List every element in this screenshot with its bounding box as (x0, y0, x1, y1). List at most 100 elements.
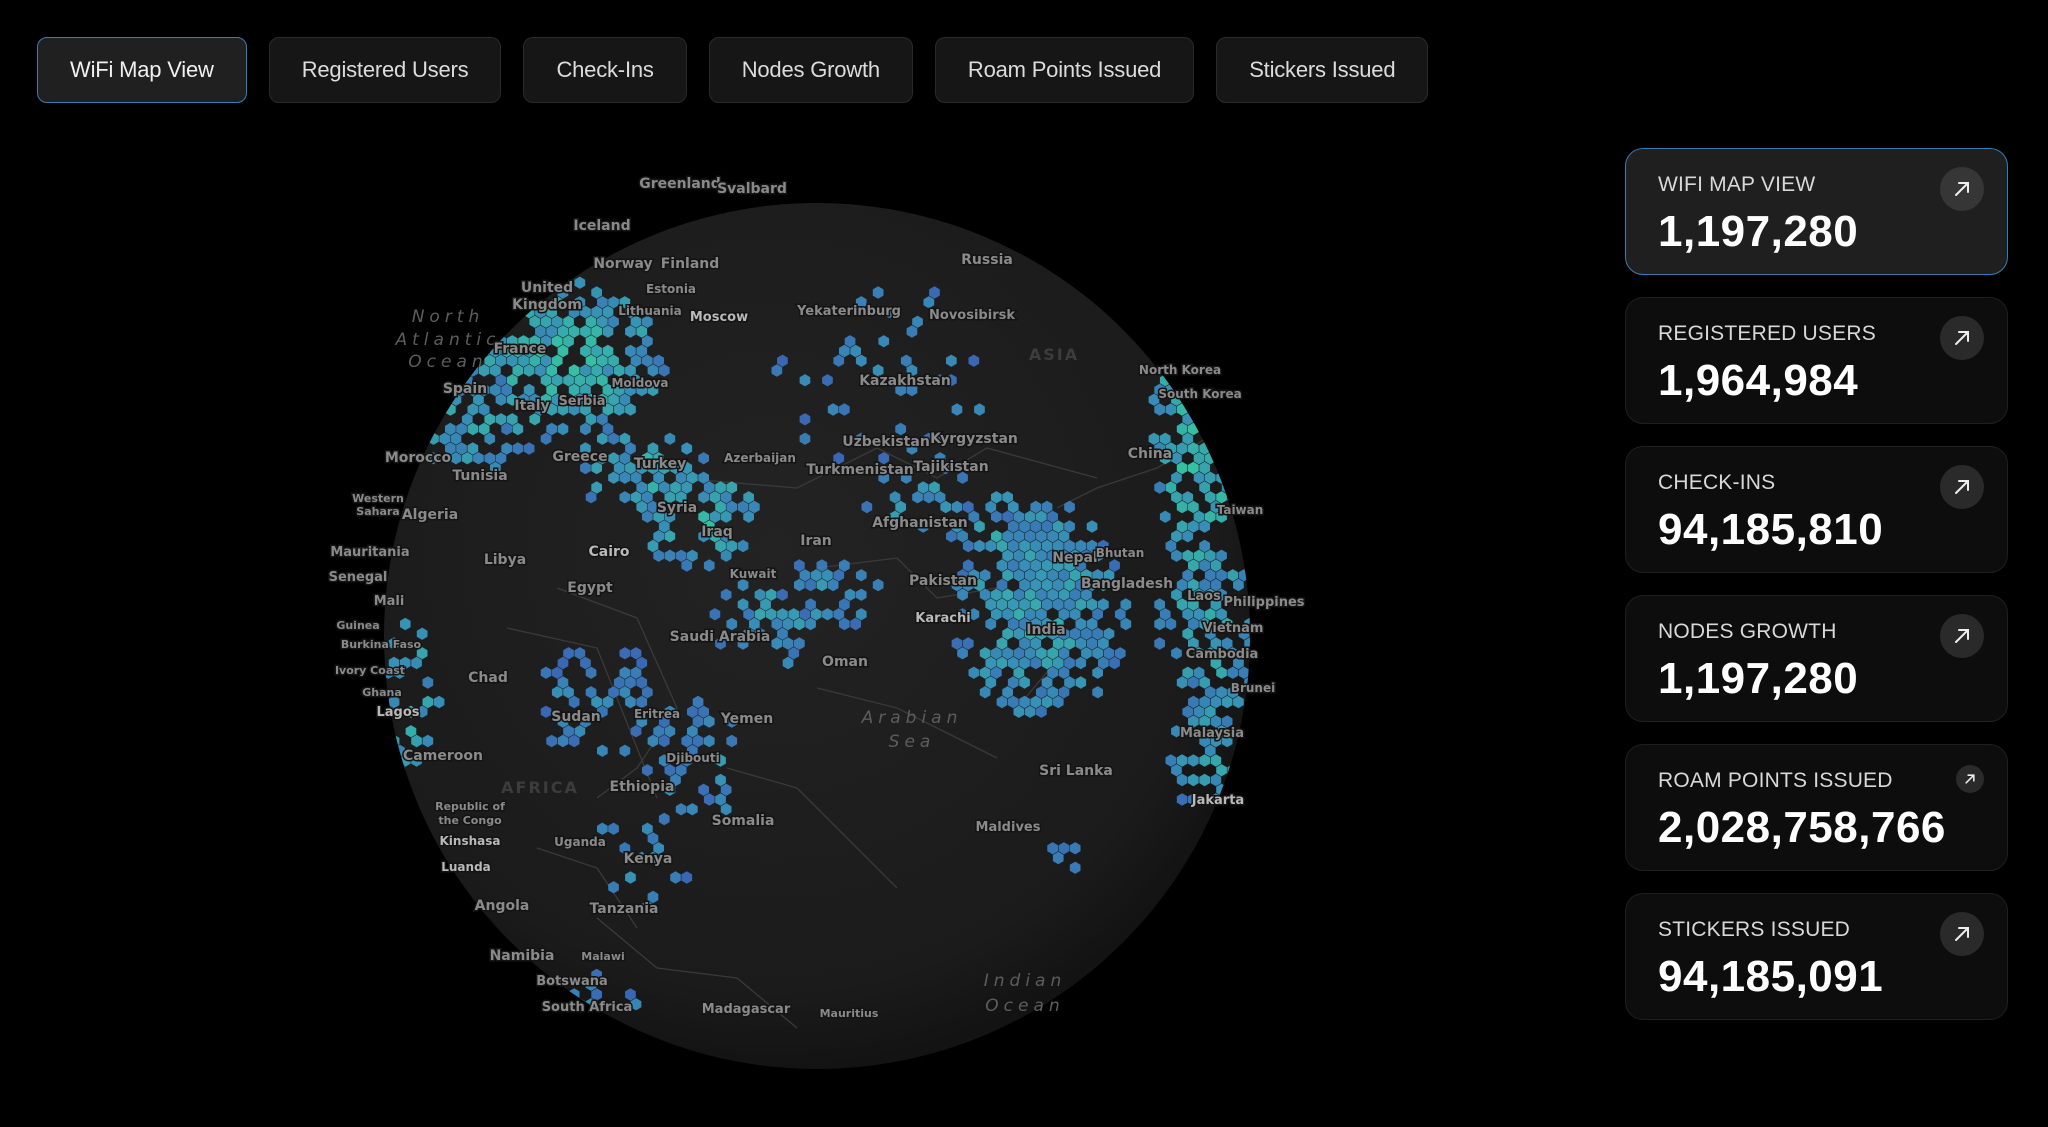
country-label-kyrgyzstan: Kyrgyzstan (930, 431, 1018, 447)
country-label-north-korea: North Korea (1139, 363, 1221, 377)
city-label-lagos: Lagos (376, 705, 419, 720)
stat-card-registered-users[interactable]: REGISTERED USERS 1,964,984 (1625, 297, 2008, 424)
city-label-cairo: Cairo (588, 544, 629, 560)
arrow-up-right-icon[interactable] (1940, 912, 1984, 956)
hexbin-cell (518, 998, 529, 1011)
country-label-iceland: Iceland (573, 218, 630, 234)
ocean-label-north-atlantic-ocean: Atlantic (395, 330, 501, 350)
country-label-yemen: Yemen (720, 711, 773, 727)
globe-canvas[interactable]: ASIAAFRICANorthAtlanticOceanArabianSeaIn… (37, 148, 1580, 1100)
country-label-guinea: Guinea (336, 619, 379, 632)
stat-card-wifi-map-view[interactable]: WIFI MAP VIEW 1,197,280 (1625, 148, 2008, 275)
stat-value: 94,185,810 (1658, 505, 1884, 554)
country-label-western-sahara: Western (352, 492, 404, 505)
stat-card-roam-points-issued[interactable]: ROAM POINTS ISSUED 2,028,758,766 (1625, 744, 2008, 871)
hexbin-cell (1193, 296, 1205, 309)
country-label-azerbaijan: Azerbaijan (724, 451, 796, 465)
hexbin-cell (1204, 413, 1216, 426)
country-label-maldives: Maldives (976, 820, 1041, 835)
country-label-svalbard: Svalbard (717, 181, 787, 197)
tab-wifi-map-view[interactable]: WiFi Map View (37, 37, 247, 103)
hexbin-cell (1221, 461, 1233, 475)
arrow-up-right-icon[interactable] (1940, 465, 1984, 509)
hexbin-cell (1199, 305, 1210, 319)
hexbin-cell (1165, 344, 1177, 358)
stat-value: 1,197,280 (1658, 654, 1859, 703)
tab-roam-points-issued[interactable]: Roam Points Issued (934, 37, 1195, 103)
hexbin-cell (1199, 403, 1210, 416)
stat-card-nodes-growth[interactable]: NODES GROWTH 1,197,280 (1625, 595, 2008, 722)
hexbin-cell (1233, 422, 1244, 436)
hexbin-cell (400, 403, 411, 416)
country-label-bangladesh: Bangladesh (1081, 576, 1173, 592)
hexbin-cell (557, 988, 569, 1001)
country-label-turkmenistan: Turkmenistan (806, 462, 913, 478)
country-label-djibouti: Djibouti (666, 751, 719, 765)
city-label-moscow: Moscow (690, 310, 748, 325)
country-label-china: China (1128, 446, 1172, 462)
hexbin-cell (529, 998, 541, 1011)
hexbin-cell (1227, 354, 1239, 367)
hexbin-cell (1227, 491, 1239, 504)
city-label-luanda: Luanda (441, 860, 491, 874)
country-label-russia: Russia (961, 252, 1013, 268)
hexbin-cell (1227, 432, 1239, 445)
hexbin-cell (1216, 452, 1227, 465)
city-label-karachi: Karachi (915, 611, 970, 626)
country-label-iran: Iran (800, 533, 832, 549)
hexbin-cell (1199, 422, 1210, 436)
hexbin-cell (1227, 315, 1239, 328)
country-label-saudi-arabia: Saudi Arabia (670, 629, 771, 645)
country-label-morocco: Morocco (385, 450, 452, 466)
country-label-laos: Laos (1187, 589, 1221, 604)
arrow-up-right-icon[interactable] (1940, 614, 1984, 658)
country-label-greenland: Greenland (639, 176, 721, 192)
arrow-up-right-icon[interactable] (1940, 316, 1984, 360)
country-label-kenya: Kenya (624, 851, 673, 867)
country-label-estonia: Estonia (646, 282, 696, 296)
hexbin-cell (1204, 335, 1216, 348)
country-label-somalia: Somalia (712, 813, 775, 829)
hexbin-cell (1221, 403, 1233, 416)
country-label-malawi: Malawi (581, 950, 625, 963)
hexbin-cell (1221, 442, 1233, 455)
tab-stickers-issued[interactable]: Stickers Issued (1216, 37, 1429, 103)
country-label-syria: Syria (657, 500, 697, 516)
country-label-angola: Angola (475, 898, 530, 914)
stat-label: ROAM POINTS ISSUED (1658, 769, 1893, 792)
city-label-jakarta: Jakarta (1191, 793, 1244, 808)
country-label-ethiopia: Ethiopia (610, 779, 675, 795)
country-label-mauritania: Mauritania (330, 545, 409, 560)
hexbin-cell (1182, 335, 1194, 348)
country-label-uzbekistan: Uzbekistan (842, 434, 930, 450)
country-label-pakistan: Pakistan (909, 573, 977, 589)
tab-nodes-growth[interactable]: Nodes Growth (708, 37, 913, 103)
arrow-up-right-icon[interactable] (1956, 765, 1984, 793)
country-label-yekaterinburg: Yekaterinburg (796, 304, 901, 319)
stats-panel: WIFI MAP VIEW 1,197,280 REGISTERED USERS… (1625, 148, 2008, 1020)
hexbin-cell (1188, 403, 1199, 416)
country-label-nepal: Nepal (1052, 550, 1097, 566)
country-label-libya: Libya (484, 552, 526, 568)
tab-check-ins[interactable]: Check-Ins (523, 37, 687, 103)
hexbin-cell (495, 315, 507, 328)
hexbin-cell (1221, 422, 1233, 436)
country-label-botswana: Botswana (536, 974, 608, 989)
country-label-philippines: Philippines (1223, 595, 1304, 610)
country-label-senegal: Senegal (329, 570, 388, 585)
country-label-greece: Greece (552, 449, 607, 465)
country-label-western-sahara: Sahara (356, 505, 399, 518)
stat-card-stickers-issued[interactable]: STICKERS ISSUED 94,185,091 (1625, 893, 2008, 1020)
stat-label: REGISTERED USERS (1658, 322, 1876, 345)
hexbin-cell (405, 432, 417, 445)
city-label-kinshasa: Kinshasa (440, 834, 501, 848)
country-label-algeria: Algeria (402, 507, 458, 523)
country-label-south-africa: South Africa (542, 1000, 633, 1015)
country-label-cameroon: Cameroon (403, 748, 483, 764)
stat-card-check-ins[interactable]: CHECK-INS 94,185,810 (1625, 446, 2008, 573)
country-label-namibia: Namibia (490, 948, 555, 964)
arrow-up-right-icon[interactable] (1940, 167, 1984, 211)
globe-map[interactable]: ASIA AFRICA North Atlantic Ocean Arabian Sea In… (37, 148, 1580, 1100)
stat-label: STICKERS ISSUED (1658, 918, 1851, 941)
tab-registered-users[interactable]: Registered Users (268, 37, 502, 103)
